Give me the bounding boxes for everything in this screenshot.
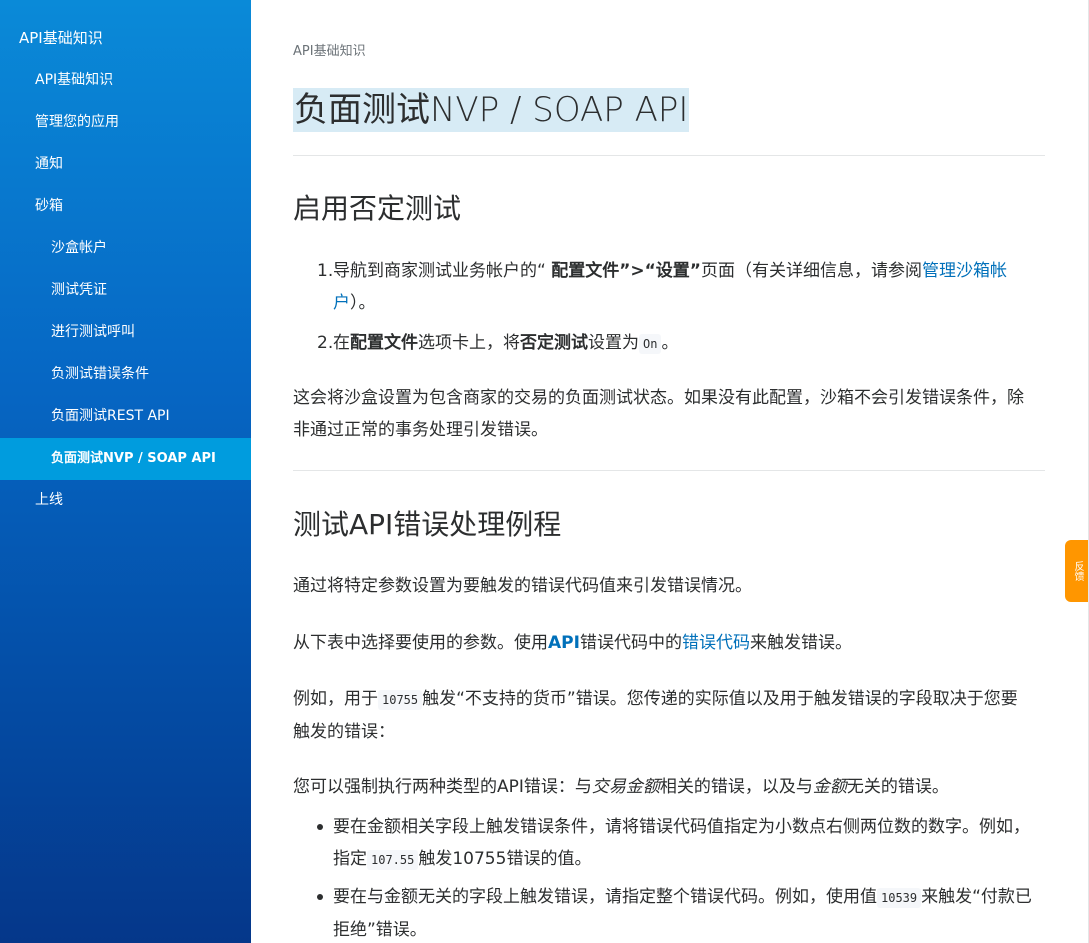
sidebar-nav: API基础知识 API基础知识 管理您的应用 通知 砂箱 沙盒帐户 测试凭证 进… bbox=[0, 0, 251, 943]
italic-text: 交易金额 bbox=[591, 777, 660, 797]
bullet-amount-related: 要在金额相关字段上触发错误条件，请将错误代码值指定为小数点右侧两位数的数字。例如… bbox=[317, 811, 1045, 876]
paragraph-sandbox-note: 这会将沙盒设置为包含商家的交易的负面测试状态。如果没有此配置，沙箱不会引发错误条… bbox=[293, 388, 1024, 440]
step-bold-text: 配置文件”>“设置” bbox=[551, 261, 701, 281]
sidebar-item-negative-testing-rest[interactable]: 负面测试REST API bbox=[0, 395, 251, 437]
paragraph-text: 例如，用于 bbox=[293, 689, 378, 709]
sidebar-item-negative-testing-nvp-soap[interactable]: 负面测试NVP / SOAP API bbox=[0, 438, 251, 480]
error-codes-link[interactable]: 错误代码 bbox=[682, 633, 750, 653]
feedback-tab[interactable]: 反馈 bbox=[1065, 540, 1089, 602]
section-heading-enable-negative-testing: 启用否定测试 bbox=[293, 192, 462, 225]
bullet-text: 要在与金额无关的字段上触发错误，请指定整个错误代码。例如，使用值 bbox=[333, 887, 877, 907]
step-text: 。 bbox=[661, 333, 679, 353]
sidebar-item-api-basics[interactable]: API基础知识 bbox=[0, 59, 251, 101]
sidebar-item-sandbox-accounts[interactable]: 沙盒帐户 bbox=[0, 227, 251, 269]
paragraph-text: 错误代码中的 bbox=[579, 633, 682, 653]
step-text: 在 bbox=[333, 333, 350, 353]
section-heading-test-error-handling: 测试API错误处理例程 bbox=[293, 508, 562, 541]
bullet-text: 触发10755错误的值。 bbox=[418, 849, 592, 869]
step-bold-text: 配置文件 bbox=[350, 333, 418, 353]
step-number: 2. bbox=[317, 333, 334, 353]
step-text: 导航到商家测试业务帐户的“ bbox=[333, 261, 552, 281]
paragraph-text: 来触发错误。 bbox=[749, 633, 852, 653]
paragraph-text: 无关的错误。 bbox=[846, 777, 949, 797]
step-text: 设置为 bbox=[588, 333, 639, 353]
sidebar-item-test-credentials[interactable]: 测试凭证 bbox=[0, 269, 251, 311]
step-text: ）。 bbox=[350, 293, 376, 313]
paragraph-text: 您可以强制执行两种类型的API错误：与 bbox=[293, 777, 592, 797]
code-10755: 10755 bbox=[378, 690, 423, 710]
main-content: API基础知识 负面测试NVP / SOAP API 启用否定测试 1. 导航到… bbox=[293, 0, 1045, 943]
page-title: 负面测试NVP / SOAP API bbox=[293, 88, 690, 132]
list-item-step-2: 2. 在配置文件选项卡上，将否定测试设置为 On。 bbox=[317, 327, 1033, 360]
step-text: 页面（有关详细信息，请参阅 bbox=[700, 261, 922, 281]
sidebar-item-sandbox[interactable]: 砂箱 bbox=[0, 185, 251, 227]
sidebar-item-api-basics-root[interactable]: API基础知识 bbox=[0, 17, 251, 59]
list-item-step-1: 1. 导航到商家测试业务帐户的“ 配置文件”>“设置”页面（有关详细信息，请参阅… bbox=[317, 255, 1033, 319]
code-107-55: 107.55 bbox=[367, 850, 419, 870]
sidebar-item-notifications[interactable]: 通知 bbox=[0, 143, 251, 185]
divider bbox=[293, 470, 1045, 471]
step-text: 选项卡上，将 bbox=[418, 333, 520, 353]
divider bbox=[293, 155, 1045, 156]
code-10539: 10539 bbox=[877, 888, 922, 908]
api-link[interactable]: API bbox=[548, 633, 580, 653]
page: API基础知识 API基础知识 管理您的应用 通知 砂箱 沙盒帐户 测试凭证 进… bbox=[0, 0, 1089, 943]
paragraph-choose-parameter: 从下表中选择要使用的参数。使用API错误代码中的错误代码来触发错误。 bbox=[293, 627, 1033, 659]
paragraph-text: 相关的错误，以及与 bbox=[659, 777, 813, 797]
sidebar-item-manage-apps[interactable]: 管理您的应用 bbox=[0, 101, 251, 143]
page-title-cjk: 负面测试 bbox=[294, 90, 430, 130]
sidebar-item-go-live[interactable]: 上线 bbox=[0, 479, 251, 521]
bullet-non-amount: 要在与金额无关的字段上触发错误，请指定整个错误代码。例如，使用值 10539 来触发… bbox=[317, 881, 1045, 943]
paragraph-trigger-errors: 通过将特定参数设置为要触发的错误代码值来引发错误情况。 bbox=[293, 576, 752, 596]
paragraph-example: 例如，用于 10755 触发“不支持的货币”错误。您传递的实际值以及用于触发错误的字… bbox=[293, 683, 1033, 748]
bullet-dot bbox=[317, 824, 323, 830]
paragraph-text: 从下表中选择要使用的参数。使用 bbox=[293, 633, 548, 653]
code-on: On bbox=[639, 334, 662, 354]
sidebar-item-negative-testing-errors[interactable]: 负测试错误条件 bbox=[0, 353, 251, 395]
bullet-dot bbox=[317, 894, 323, 900]
breadcrumb[interactable]: API基础知识 bbox=[293, 40, 366, 59]
step-number: 1. bbox=[317, 261, 334, 281]
step-bold-text: 否定测试 bbox=[520, 333, 588, 353]
paragraph-error-types: 您可以强制执行两种类型的API错误：与交易金额相关的错误，以及与金额无关的错误。 bbox=[293, 771, 1033, 803]
page-title-en: NVP / SOAP API bbox=[430, 90, 689, 130]
sidebar-item-test-calls[interactable]: 进行测试呼叫 bbox=[0, 311, 251, 353]
italic-text: 金额 bbox=[812, 777, 847, 797]
